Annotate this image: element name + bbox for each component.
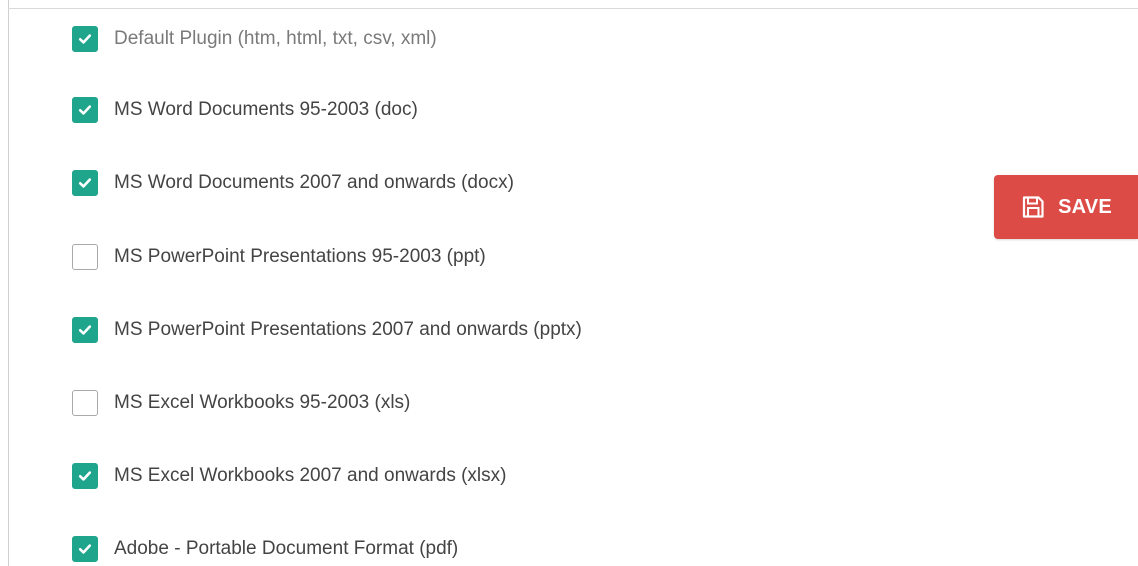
save-button[interactable]: SAVE	[994, 175, 1138, 239]
plugin-option-default[interactable]: Default Plugin (htm, html, txt, csv, xml…	[72, 24, 437, 54]
plugin-option-label: Adobe - Portable Document Format (pdf)	[114, 538, 459, 559]
checkbox[interactable]	[72, 26, 98, 52]
plugin-option-label: MS Excel Workbooks 2007 and onwards (xls…	[114, 465, 507, 486]
plugin-option-label: MS Excel Workbooks 95-2003 (xls)	[114, 392, 411, 413]
plugin-option-pptx[interactable]: MS PowerPoint Presentations 2007 and onw…	[72, 315, 582, 345]
save-button-label: SAVE	[1058, 195, 1112, 218]
plugin-option-list: Default Plugin (htm, html, txt, csv, xml…	[0, 0, 900, 566]
checkmark-icon	[78, 178, 92, 188]
checkbox[interactable]	[72, 170, 98, 196]
checkbox[interactable]	[72, 463, 98, 489]
plugin-option-pdf[interactable]: Adobe - Portable Document Format (pdf)	[72, 534, 458, 564]
plugin-option-label: Default Plugin (htm, html, txt, csv, xml…	[114, 28, 437, 49]
plugin-option-ppt[interactable]: MS PowerPoint Presentations 95-2003 (ppt…	[72, 242, 486, 272]
checkmark-icon	[78, 471, 92, 481]
checkmark-icon	[78, 105, 92, 115]
checkbox[interactable]	[72, 244, 98, 270]
checkmark-icon	[78, 34, 92, 44]
plugin-option-label: MS Word Documents 95-2003 (doc)	[114, 99, 418, 120]
plugin-option-doc[interactable]: MS Word Documents 95-2003 (doc)	[72, 95, 418, 125]
floppy-disk-icon	[1020, 194, 1046, 220]
checkbox[interactable]	[72, 390, 98, 416]
checkbox[interactable]	[72, 317, 98, 343]
plugin-option-xls[interactable]: MS Excel Workbooks 95-2003 (xls)	[72, 388, 410, 418]
checkmark-icon	[78, 325, 92, 335]
plugin-option-docx[interactable]: MS Word Documents 2007 and onwards (docx…	[72, 168, 514, 198]
checkbox[interactable]	[72, 536, 98, 562]
plugin-option-label: MS PowerPoint Presentations 95-2003 (ppt…	[114, 246, 486, 267]
plugin-option-xlsx[interactable]: MS Excel Workbooks 2007 and onwards (xls…	[72, 461, 506, 491]
checkmark-icon	[78, 544, 92, 554]
plugin-option-label: MS Word Documents 2007 and onwards (docx…	[114, 172, 514, 193]
checkbox[interactable]	[72, 97, 98, 123]
plugin-settings-page: Default Plugin (htm, html, txt, csv, xml…	[0, 0, 1138, 566]
plugin-option-label: MS PowerPoint Presentations 2007 and onw…	[114, 319, 582, 340]
